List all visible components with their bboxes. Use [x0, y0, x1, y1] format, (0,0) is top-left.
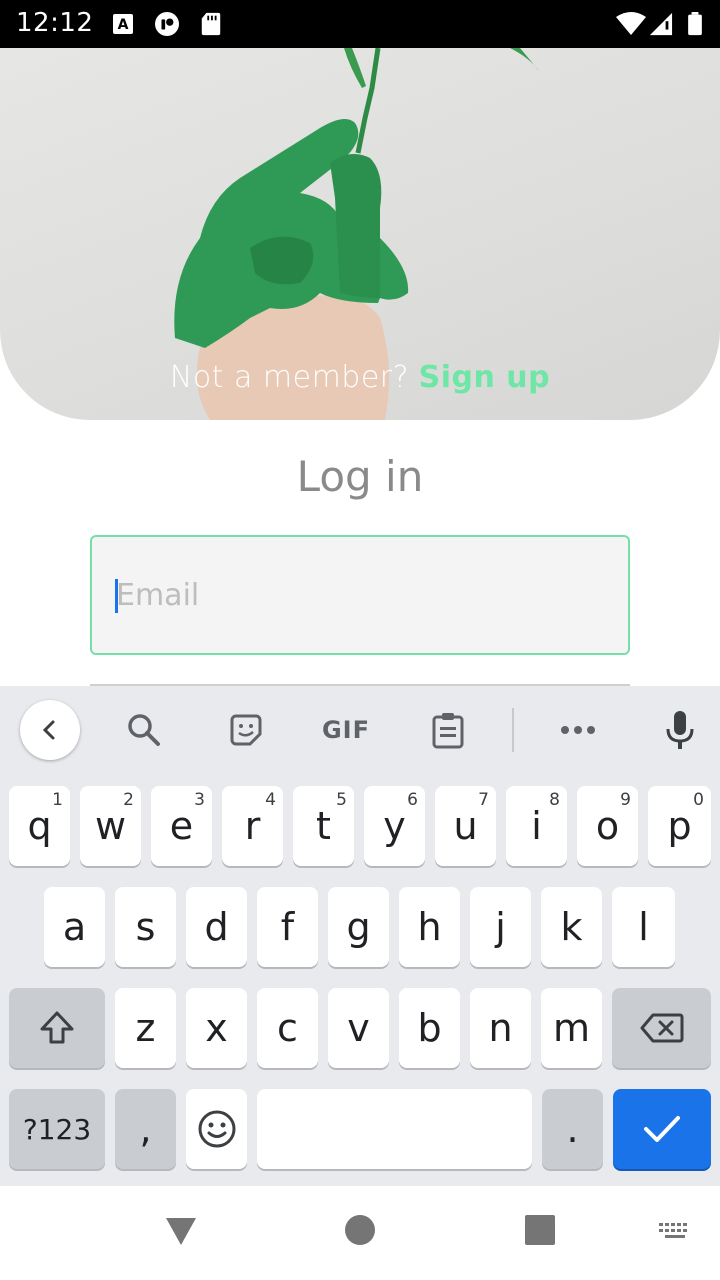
soft-keyboard: GIF q1 w2 e3 r4 t5 y6 u7 i8 o9 p0 a s d … [0, 686, 720, 1186]
sd-card-icon [201, 12, 221, 36]
key-label: t [316, 804, 331, 848]
toolbar-divider [512, 708, 514, 752]
key-v[interactable]: v [328, 988, 389, 1068]
clipboard-icon[interactable] [420, 700, 476, 760]
back-triangle-icon[interactable] [164, 1214, 198, 1248]
emoji-icon [198, 1110, 235, 1148]
key-q[interactable]: q1 [9, 786, 70, 866]
key-j[interactable]: j [470, 887, 531, 967]
key-label: p [667, 804, 692, 848]
key-g[interactable]: g [328, 887, 389, 967]
cell-signal-icon [649, 12, 673, 36]
comma-key[interactable]: , [115, 1089, 176, 1169]
key-n[interactable]: n [470, 988, 531, 1068]
key-label: i [531, 804, 542, 848]
a-notification-icon: A [113, 14, 133, 34]
navigation-bar [0, 1186, 720, 1280]
key-hint: 1 [52, 790, 63, 810]
shift-key[interactable] [9, 988, 105, 1068]
period-key[interactable]: . [542, 1089, 603, 1169]
key-label: w [94, 804, 127, 848]
hero-image: Not a member? Sign up [0, 48, 720, 420]
key-hint: 7 [478, 790, 489, 810]
more-icon[interactable] [550, 700, 606, 760]
emoji-key[interactable] [186, 1089, 247, 1169]
key-t[interactable]: t5 [293, 786, 354, 866]
key-hint: 5 [336, 790, 347, 810]
key-label: u [453, 804, 478, 848]
shift-icon [40, 1011, 74, 1044]
key-f[interactable]: f [257, 887, 318, 967]
page-title: Log in [296, 452, 424, 501]
key-k[interactable]: k [541, 887, 602, 967]
microphone-icon[interactable] [652, 700, 708, 760]
key-hint: 4 [265, 790, 276, 810]
key-l[interactable]: l [612, 887, 675, 967]
key-z[interactable]: z [115, 988, 176, 1068]
key-e[interactable]: e3 [151, 786, 212, 866]
symbols-key[interactable]: ?123 [9, 1089, 105, 1169]
svg-text:A: A [118, 17, 129, 33]
chevron-left-icon[interactable] [20, 700, 80, 760]
checkmark-icon [644, 1116, 680, 1142]
key-hint: 9 [620, 790, 631, 810]
key-c[interactable]: c [257, 988, 318, 1068]
key-r[interactable]: r4 [222, 786, 283, 866]
circle-app-icon [155, 12, 179, 36]
key-label: r [244, 804, 261, 848]
key-o[interactable]: o9 [577, 786, 638, 866]
key-d[interactable]: d [186, 887, 247, 967]
battery-icon [688, 12, 702, 36]
key-s[interactable]: s [115, 887, 176, 967]
keyboard-switch-icon[interactable] [658, 1222, 692, 1242]
key-a[interactable]: a [44, 887, 105, 967]
sticker-icon[interactable] [218, 700, 274, 760]
key-label: o [595, 804, 620, 848]
text-cursor [115, 579, 118, 613]
signup-prompt: Not a member? Sign up [0, 360, 720, 395]
search-icon[interactable] [116, 700, 172, 760]
key-x[interactable]: x [186, 988, 247, 1068]
key-hint: 0 [693, 790, 704, 810]
login-screen: 12:12 A Not a member? Sign up Log in Ema… [0, 0, 720, 1280]
gif-button[interactable]: GIF [316, 700, 376, 760]
key-hint: 3 [194, 790, 205, 810]
key-label: y [383, 804, 406, 848]
home-circle-icon[interactable] [344, 1214, 376, 1246]
key-y[interactable]: y6 [364, 786, 425, 866]
key-hint: 6 [407, 790, 418, 810]
key-label: q [27, 804, 52, 848]
space-key[interactable] [257, 1089, 532, 1169]
recents-square-icon[interactable] [524, 1214, 556, 1246]
key-h[interactable]: h [399, 887, 460, 967]
status-time: 12:12 [16, 8, 94, 38]
keyboard-toolbar: GIF [0, 686, 720, 774]
done-key[interactable] [613, 1089, 711, 1169]
key-hint: 8 [549, 790, 560, 810]
not-a-member-text: Not a member? [169, 360, 410, 395]
key-hint: 2 [123, 790, 134, 810]
email-input[interactable] [114, 537, 614, 653]
backspace-key[interactable] [612, 988, 711, 1068]
backspace-icon [640, 1013, 683, 1043]
key-i[interactable]: i8 [506, 786, 567, 866]
wifi-icon [616, 12, 646, 35]
key-w[interactable]: w2 [80, 786, 141, 866]
key-m[interactable]: m [541, 988, 602, 1068]
email-field[interactable] [90, 535, 630, 655]
key-u[interactable]: u7 [435, 786, 496, 866]
status-bar: 12:12 A [0, 0, 720, 48]
sign-up-link[interactable]: Sign up [419, 360, 551, 395]
key-label: e [169, 804, 194, 848]
key-b[interactable]: b [399, 988, 460, 1068]
key-p[interactable]: p0 [648, 786, 711, 866]
